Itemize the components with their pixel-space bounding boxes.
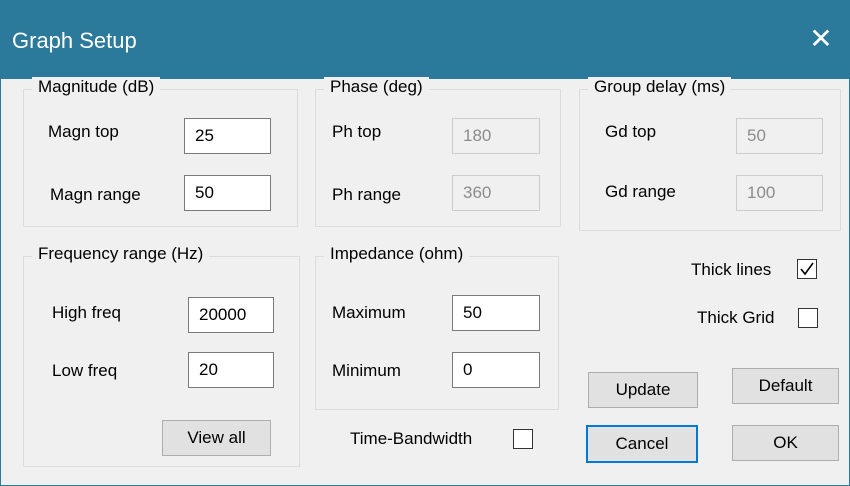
thick-grid-checkbox[interactable] <box>798 308 818 328</box>
thick-lines-checkbox[interactable] <box>797 259 817 279</box>
default-button[interactable]: Default <box>732 368 839 404</box>
low-freq-label: Low freq <box>52 361 118 380</box>
checkmark-icon <box>800 262 814 276</box>
high-freq-input[interactable] <box>188 297 274 333</box>
phase-legend: Phase (deg) <box>324 77 429 97</box>
view-all-button[interactable]: View all <box>162 420 271 456</box>
thick-lines-label: Thick lines <box>691 260 772 279</box>
impedance-legend: Impedance (ohm) <box>324 244 470 264</box>
ph-top-input <box>452 118 540 154</box>
thick-grid-label: Thick Grid <box>697 308 775 327</box>
ph-range-input <box>452 175 540 211</box>
magn-top-input[interactable] <box>184 118 271 154</box>
impedance-min-input[interactable] <box>452 352 540 388</box>
update-button[interactable]: Update <box>588 372 698 408</box>
close-icon[interactable]: ✕ <box>803 21 839 57</box>
time-bandwidth-label: Time-Bandwidth <box>350 429 473 448</box>
title-bar[interactable]: Graph Setup ✕ <box>1 1 849 79</box>
time-bandwidth-checkbox[interactable] <box>513 429 533 449</box>
magn-top-label: Magn top <box>48 122 119 141</box>
ph-top-label: Ph top <box>332 122 382 141</box>
ok-button[interactable]: OK <box>732 425 839 461</box>
magn-range-input[interactable] <box>184 175 271 211</box>
minimum-label: Minimum <box>332 361 401 380</box>
high-freq-label: High freq <box>52 303 121 322</box>
gd-top-label: Gd top <box>605 122 657 141</box>
low-freq-input[interactable] <box>188 352 274 388</box>
gd-top-input <box>736 118 823 154</box>
impedance-max-input[interactable] <box>452 295 540 331</box>
ph-range-label: Ph range <box>332 185 401 204</box>
group-delay-legend: Group delay (ms) <box>588 77 732 97</box>
frequency-legend: Frequency range (Hz) <box>32 244 210 264</box>
cancel-button[interactable]: Cancel <box>586 425 698 463</box>
gd-range-label: Gd range <box>605 182 676 201</box>
magn-range-label: Magn range <box>50 185 141 204</box>
gd-range-input <box>736 175 823 211</box>
window-title: Graph Setup <box>12 28 137 53</box>
maximum-label: Maximum <box>332 303 406 322</box>
magnitude-legend: Magnitude (dB) <box>32 77 161 97</box>
graph-setup-dialog: Graph Setup ✕ Magnitude (dB) Magn top Ma… <box>0 0 850 486</box>
